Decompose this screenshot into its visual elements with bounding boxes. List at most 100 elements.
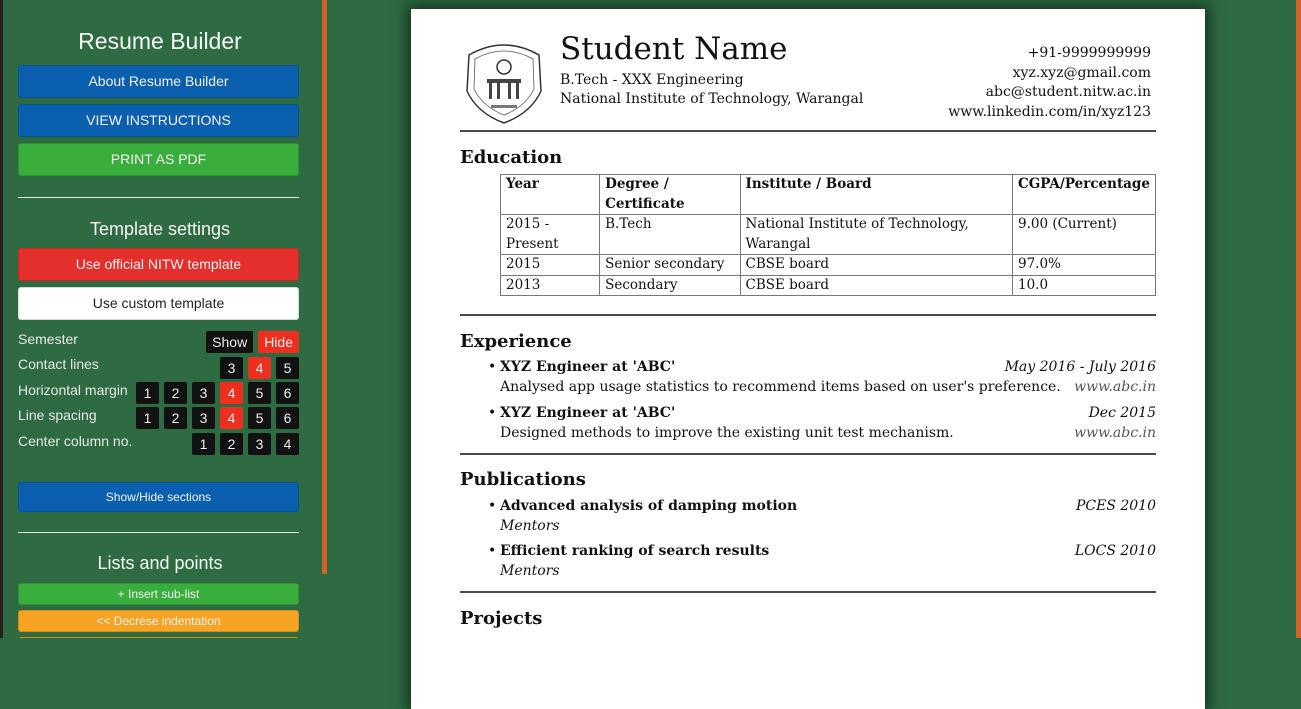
contact-linkedin[interactable]: www.linkedin.com/in/xyz123	[948, 103, 1151, 123]
publication-title-text[interactable]: Efficient ranking of search results	[500, 543, 769, 559]
resume-page: Student Name B.Tech - XXX Engineering Na…	[411, 9, 1205, 709]
header-degree: Degree / Certificate	[599, 174, 741, 215]
center-column-option[interactable]: 1	[192, 433, 215, 455]
app-title: Resume Builder	[78, 28, 242, 54]
section-divider	[460, 453, 1156, 455]
line-spacing-label: Line spacing	[18, 407, 97, 423]
cell[interactable]: Senior secondary	[599, 254, 741, 276]
contact-student-email[interactable]: abc@student.nitw.ac.in	[948, 83, 1151, 103]
publication-venue[interactable]: PCES 2010	[1076, 497, 1156, 517]
publication-item: • Efficient ranking of search results LO…	[488, 542, 1156, 582]
print-pdf-button[interactable]: PRINT AS PDF	[18, 143, 299, 176]
horizontal-margin-option[interactable]: 1	[136, 382, 159, 404]
cell[interactable]: 97.0%	[1011, 254, 1157, 276]
publication-item: • Advanced analysis of damping motion PC…	[488, 497, 1156, 537]
bullet-icon: •	[488, 359, 497, 375]
section-divider	[460, 130, 1156, 132]
semester-hide-option[interactable]: Hide	[258, 331, 299, 353]
view-instructions-button[interactable]: VIEW INSTRUCTIONS	[18, 104, 299, 137]
decrease-indentation-button[interactable]: << Decrese indentation	[18, 610, 299, 632]
about-button[interactable]: About Resume Builder	[18, 65, 299, 98]
center-column-label: Center column no.	[18, 433, 133, 449]
bullet-icon: •	[488, 405, 497, 421]
contact-lines-option[interactable]: 3	[220, 357, 243, 379]
center-column-option[interactable]: 3	[248, 433, 271, 455]
lists-title: Lists and points	[97, 553, 223, 573]
line-spacing-option[interactable]: 4	[220, 407, 243, 429]
line-spacing-option[interactable]: 5	[248, 407, 271, 429]
cell[interactable]: National Institute of Technology, Warang…	[739, 214, 1013, 255]
experience-date[interactable]: May 2016 - July 2016	[1005, 358, 1156, 378]
header-institute: Institute / Board	[739, 174, 1013, 215]
cell[interactable]: CBSE board	[739, 274, 1013, 296]
experience-description[interactable]: Analysed app usage statistics to recomme…	[500, 378, 1156, 398]
publication-mentor[interactable]: Mentors	[500, 517, 1156, 537]
custom-template-button[interactable]: Use custom template	[18, 287, 299, 320]
horizontal-margin-option[interactable]: 5	[248, 382, 271, 404]
contact-email[interactable]: xyz.xyz@gmail.com	[948, 64, 1151, 84]
education-title: Education	[460, 147, 563, 168]
experience-item: • XYZ Engineer at 'ABC' May 2016 - July …	[488, 358, 1156, 398]
experience-date[interactable]: Dec 2015	[1089, 404, 1156, 424]
experience-url[interactable]: www.abc.in	[1074, 424, 1156, 444]
cell[interactable]: 2015	[499, 254, 601, 276]
cell[interactable]: 2013	[499, 274, 601, 296]
cell[interactable]: Secondary	[599, 274, 741, 296]
template-settings-title: Template settings	[89, 219, 231, 239]
cell[interactable]: 10.0	[1011, 274, 1157, 296]
horizontal-margin-options: 1 2 3 4 5 6	[136, 382, 299, 404]
contact-lines-option[interactable]: 4	[248, 357, 271, 379]
projects-title: Projects	[460, 608, 543, 629]
horizontal-margin-option[interactable]: 2	[164, 382, 187, 404]
divider	[18, 197, 299, 198]
cell[interactable]: CBSE board	[739, 254, 1013, 276]
cell[interactable]: 9.00 (Current)	[1011, 214, 1157, 255]
horizontal-margin-label: Horizontal margin	[18, 382, 128, 398]
experience-url[interactable]: www.abc.in	[1074, 378, 1156, 398]
line-spacing-option[interactable]: 6	[276, 407, 299, 429]
cell[interactable]: 2015 - Present	[499, 214, 601, 255]
student-name[interactable]: Student Name	[560, 31, 787, 67]
horizontal-margin-option[interactable]: 3	[192, 382, 215, 404]
publication-mentor[interactable]: Mentors	[500, 562, 1156, 582]
experience-item: • XYZ Engineer at 'ABC' Dec 2015 Designe…	[488, 404, 1156, 444]
divider	[18, 532, 299, 533]
nitw-emblem-icon	[466, 44, 542, 124]
contact-phone[interactable]: +91-9999999999	[948, 44, 1151, 64]
section-divider	[460, 314, 1156, 316]
sidebar: Resume Builder About Resume Builder VIEW…	[0, 0, 322, 638]
insert-sublist-button[interactable]: + Insert sub-list	[18, 583, 299, 605]
table-header-row: Year Degree / Certificate Institute / Bo…	[499, 174, 1157, 215]
publication-title-text[interactable]: Advanced analysis of damping motion	[500, 498, 797, 514]
experience-description[interactable]: Designed methods to improve the existing…	[500, 424, 1156, 444]
line-spacing-options: 1 2 3 4 5 6	[136, 407, 299, 429]
experience-title-text[interactable]: XYZ Engineer at 'ABC'	[500, 359, 675, 375]
header-cgpa: CGPA/Percentage	[1011, 174, 1157, 215]
center-column-option[interactable]: 2	[220, 433, 243, 455]
contact-lines-option[interactable]: 5	[276, 357, 299, 379]
institute-line[interactable]: National Institute of Technology, Warang…	[560, 91, 863, 107]
line-spacing-option[interactable]: 1	[136, 407, 159, 429]
line-spacing-option[interactable]: 2	[164, 407, 187, 429]
sidebar-scrollbar[interactable]	[322, 0, 327, 574]
cell[interactable]: B.Tech	[599, 214, 741, 255]
show-hide-sections-button[interactable]: Show/Hide sections	[18, 482, 299, 512]
publication-venue[interactable]: LOCS 2010	[1075, 542, 1156, 562]
line-spacing-option[interactable]: 3	[192, 407, 215, 429]
semester-show-option[interactable]: Show	[206, 331, 254, 353]
publications-title: Publications	[460, 469, 586, 490]
center-column-option[interactable]: 4	[276, 433, 299, 455]
degree-line[interactable]: B.Tech - XXX Engineering	[560, 72, 744, 88]
education-table: Year Degree / Certificate Institute / Bo…	[499, 174, 1157, 296]
semester-toggle: Show Hide	[206, 331, 299, 353]
table-row: 2013 Secondary CBSE board 10.0	[499, 274, 1157, 296]
experience-title-text[interactable]: XYZ Engineer at 'ABC'	[500, 405, 675, 421]
section-divider	[460, 591, 1156, 593]
contact-lines-label: Contact lines	[18, 356, 99, 372]
page-scrollbar[interactable]	[1296, 0, 1301, 638]
header-year: Year	[499, 174, 601, 215]
official-template-button[interactable]: Use official NITW template	[18, 248, 299, 281]
horizontal-margin-option[interactable]: 6	[276, 382, 299, 404]
horizontal-margin-option[interactable]: 4	[220, 382, 243, 404]
bullet-icon: •	[488, 498, 497, 514]
